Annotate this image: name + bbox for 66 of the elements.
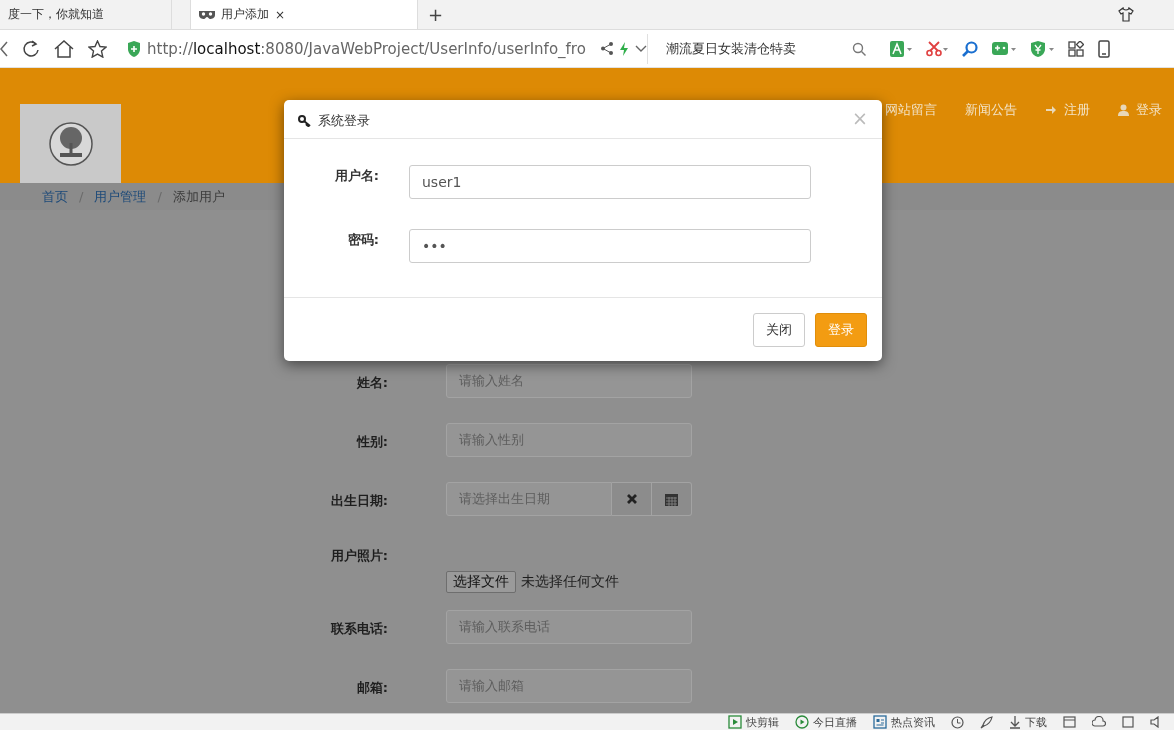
download-icon[interactable] [1009, 715, 1021, 729]
field-label: 出生日期: [329, 492, 388, 510]
url-text: http://localhost:8080/JavaWebProject/UserInfo/userInfo_fro [147, 39, 587, 58]
mask-icon [199, 9, 215, 20]
clock-icon[interactable] [951, 715, 964, 729]
address-bar[interactable]: http://localhost:8080/JavaWebProject/UserInfo/userInfo_fro [127, 33, 648, 64]
status-item[interactable]: 今日直播 [795, 714, 857, 730]
magnifier-icon[interactable] [962, 40, 978, 57]
refresh-icon[interactable] [22, 39, 40, 58]
field-label: 用户名: [333, 167, 379, 185]
field-label: 密码: [346, 231, 379, 249]
calendar-icon [665, 492, 678, 506]
breadcrumb-separator: / [78, 189, 85, 204]
grid-icon[interactable] [1068, 40, 1084, 57]
field-label: 邮箱: [355, 679, 388, 697]
key-icon [298, 114, 312, 127]
search-placeholder: 潮流夏日女装清仓特卖 [666, 39, 797, 58]
scissors-icon[interactable] [926, 40, 948, 57]
window-icon[interactable] [1063, 716, 1076, 728]
lightning-icon[interactable] [619, 41, 629, 56]
cloud-icon[interactable] [1092, 716, 1106, 728]
tab-title: 用户添加 [221, 6, 269, 23]
field-label: 姓名: [355, 374, 388, 392]
browser-tab[interactable]: 用户添加 × [190, 0, 418, 29]
speaker-icon[interactable] [1150, 716, 1160, 728]
phone-icon[interactable] [1098, 39, 1110, 58]
shield-icon [127, 40, 141, 57]
search-field[interactable]: 潮流夏日女装清仓特卖 [662, 39, 866, 58]
tab-title: 度一下，你就知道 [8, 6, 104, 23]
browser-tab[interactable]: 度一下，你就知道 [0, 0, 172, 29]
breadcrumb-separator: / [156, 189, 163, 204]
close-icon [625, 493, 638, 505]
user-icon [1118, 104, 1129, 116]
status-item[interactable]: 热点资讯 [873, 714, 935, 730]
breadcrumb-current: 添加用户 [172, 187, 225, 206]
status-item[interactable]: 下载 [1009, 714, 1047, 730]
field-label: 性别: [355, 433, 388, 451]
tree-logo-icon [47, 120, 94, 167]
calendar-button[interactable] [652, 482, 692, 516]
share-icon[interactable] [601, 42, 613, 55]
video-icon[interactable] [728, 715, 742, 729]
input-field[interactable]: user1 [409, 165, 811, 199]
file-status: 未选择任何文件 [521, 573, 619, 591]
close-icon[interactable]: × [275, 7, 286, 22]
back-icon[interactable] [0, 40, 8, 57]
home-icon[interactable] [54, 39, 74, 58]
choose-file-button[interactable]: 选择文件 [446, 571, 516, 593]
news-icon[interactable] [873, 715, 887, 729]
translate-icon[interactable] [890, 40, 912, 57]
shirt-icon[interactable] [1118, 7, 1134, 22]
status-item[interactable]: 快剪辑 [728, 714, 779, 730]
sign-in-icon [1045, 104, 1057, 116]
clear-button[interactable] [612, 482, 652, 516]
close-button[interactable]: 关闭 [753, 313, 805, 347]
gamepad-icon[interactable] [992, 40, 1016, 57]
new-tab-button[interactable]: + [418, 0, 454, 29]
play-circle-icon[interactable] [795, 715, 809, 729]
chevron-down-icon[interactable] [635, 44, 647, 53]
search-icon[interactable] [852, 41, 866, 56]
field-label: 用户照片: [329, 547, 388, 565]
square-icon[interactable] [1122, 716, 1134, 728]
dialog-title: 系统登录 [318, 111, 371, 130]
field-label: 联系电话: [329, 620, 388, 638]
yen-shield-icon[interactable] [1030, 40, 1054, 57]
input-field[interactable]: ••• [409, 229, 811, 263]
star-icon[interactable] [88, 39, 107, 58]
